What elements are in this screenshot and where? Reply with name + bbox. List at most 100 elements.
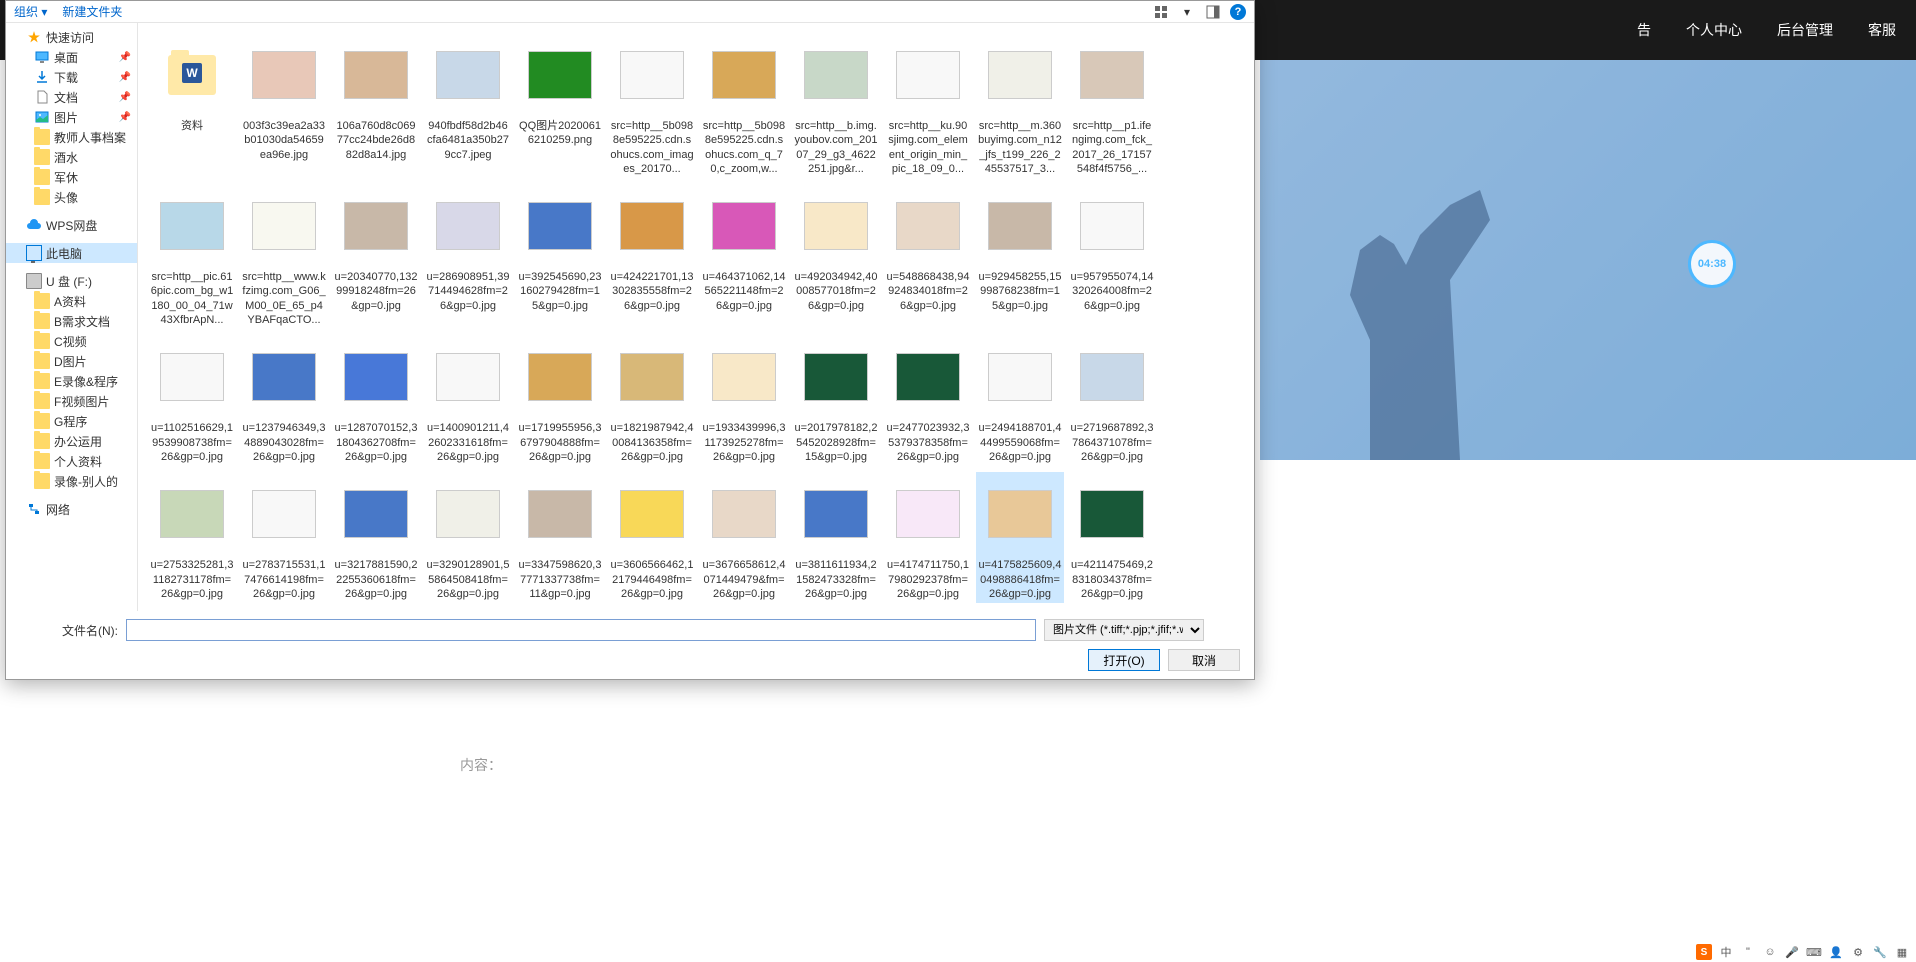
organize-menu[interactable]: 组织 ▾	[14, 3, 47, 20]
file-item[interactable]: u=3217881590,22255360618fm=26&gp=0.jpg	[332, 472, 420, 603]
ime-mode[interactable]: 中	[1718, 944, 1734, 960]
file-item[interactable]: u=1933439996,31173925278fm=26&gp=0.jpg	[700, 335, 788, 466]
sidebar-wps[interactable]: WPS网盘	[6, 215, 137, 235]
file-item[interactable]: u=1821987942,40084136358fm=26&gp=0.jpg	[608, 335, 696, 466]
view-dropdown-icon[interactable]: ▾	[1178, 3, 1196, 21]
sidebar-udisk[interactable]: U 盘 (F:)	[6, 271, 137, 291]
file-item[interactable]: 003f3c39ea2a33b01030da54659ea96e.jpg	[240, 33, 328, 178]
emoji-icon[interactable]: ☺	[1762, 944, 1778, 960]
sidebar-quick-access[interactable]: 快速访问	[6, 27, 137, 47]
file-item[interactable]: u=2783715531,17476614198fm=26&gp=0.jpg	[240, 472, 328, 603]
new-folder-button[interactable]: 新建文件夹	[62, 3, 122, 20]
file-item[interactable]: u=3676658612,4071449479&fm=26&gp=0.jpg	[700, 472, 788, 603]
file-item[interactable]: src=http__p1.ifengimg.com_fck_2017_26_17…	[1068, 33, 1156, 178]
sidebar-office[interactable]: 办公运用	[14, 431, 137, 451]
file-item[interactable]: 940fbdf58d2b46cfa6481a350b279cc7.jpeg	[424, 33, 512, 178]
file-item[interactable]: u=1237946349,34889043028fm=26&gp=0.jpg	[240, 335, 328, 466]
sidebar-c-video[interactable]: C视频	[14, 331, 137, 351]
file-item[interactable]: src=http__b.img.youbov.com_20107_29_g3_4…	[792, 33, 880, 178]
sidebar-downloads[interactable]: 下载📌	[14, 67, 137, 87]
file-item[interactable]: u=1102516629,19539908738fm=26&gp=0.jpg	[148, 335, 236, 466]
toolbox-icon[interactable]: 🔧	[1872, 944, 1888, 960]
network-icon	[26, 501, 42, 517]
file-item[interactable]: u=4211475469,28318034378fm=26&gp=0.jpg	[1068, 472, 1156, 603]
nav-item-profile[interactable]: 个人中心	[1686, 20, 1742, 40]
file-item[interactable]: u=3347598620,37771337738fm=11&gp=0.jpg	[516, 472, 604, 603]
file-thumbnail	[520, 35, 600, 115]
sidebar-f-vidpic[interactable]: F视频图片	[14, 391, 137, 411]
file-item[interactable]: u=3811611934,21582473328fm=26&gp=0.jpg	[792, 472, 880, 603]
sidebar-this-pc[interactable]: 此电脑	[6, 243, 137, 263]
sidebar-b-docs[interactable]: B需求文档	[14, 311, 137, 331]
sogou-ime-icon[interactable]: S	[1696, 944, 1712, 960]
file-item[interactable]: u=286908951,39714494628fm=26&gp=0.jpg	[424, 184, 512, 329]
file-item[interactable]: src=http__m.360buyimg.com_n12_jfs_t199_2…	[976, 33, 1064, 178]
file-item[interactable]: u=392545690,23160279428fm=15&gp=0.jpg	[516, 184, 604, 329]
file-item[interactable]: u=2494188701,44499559068fm=26&gp=0.jpg	[976, 335, 1064, 466]
file-item[interactable]: u=4175825609,40498886418fm=26&gp=0.jpg	[976, 472, 1064, 603]
file-item[interactable]: src=http__pic.616pic.com_bg_w1180_00_04_…	[148, 184, 236, 329]
file-item[interactable]: u=3606566462,12179446498fm=26&gp=0.jpg	[608, 472, 696, 603]
file-item[interactable]: u=4174711750,17980292378fm=26&gp=0.jpg	[884, 472, 972, 603]
view-mode-icon[interactable]	[1152, 3, 1170, 21]
cancel-button[interactable]: 取消	[1168, 649, 1240, 671]
nav-item-report[interactable]: 告	[1637, 20, 1651, 40]
sidebar-avatar[interactable]: 头像	[14, 187, 137, 207]
file-item[interactable]: u=2753325281,31182731178fm=26&gp=0.jpg	[148, 472, 236, 603]
sidebar-g-prog[interactable]: G程序	[14, 411, 137, 431]
file-item[interactable]: u=2017978182,25452028928fm=15&gp=0.jpg	[792, 335, 880, 466]
sidebar-pictures[interactable]: 图片📌	[14, 107, 137, 127]
keyboard-icon[interactable]: ⌨	[1806, 944, 1822, 960]
open-button[interactable]: 打开(O)	[1088, 649, 1160, 671]
desktop-icon	[34, 49, 50, 65]
file-item[interactable]: u=2719687892,37864371078fm=26&gp=0.jpg	[1068, 335, 1156, 466]
file-item[interactable]: QQ图片20200616210259.png	[516, 33, 604, 178]
sidebar-recordings[interactable]: 录像-别人的	[14, 471, 137, 491]
sidebar-documents[interactable]: 文档📌	[14, 87, 137, 107]
file-item[interactable]: u=1719955956,36797904888fm=26&gp=0.jpg	[516, 335, 604, 466]
file-thumbnail	[1072, 35, 1152, 115]
file-item[interactable]: u=3290128901,55864508418fm=26&gp=0.jpg	[424, 472, 512, 603]
sidebar-personal[interactable]: 个人资料	[14, 451, 137, 471]
file-item[interactable]: u=929458255,15998768238fm=15&gp=0.jpg	[976, 184, 1064, 329]
user-icon[interactable]: 👤	[1828, 944, 1844, 960]
grid-icon[interactable]: ▦	[1894, 944, 1910, 960]
file-name-label: src=http__b.img.youbov.com_20107_29_g3_4…	[794, 119, 878, 176]
file-item[interactable]: src=http__www.kfzimg.com_G06_M00_0E_65_p…	[240, 184, 328, 329]
sidebar-jiushui[interactable]: 酒水	[14, 147, 137, 167]
sidebar-network[interactable]: 网络	[6, 499, 137, 519]
file-item[interactable]: src=http__5b0988e595225.cdn.sohucs.com_i…	[608, 33, 696, 178]
mic-icon[interactable]: 🎤	[1784, 944, 1800, 960]
file-item[interactable]: u=548868438,94924834018fm=26&gp=0.jpg	[884, 184, 972, 329]
nav-item-admin[interactable]: 后台管理	[1777, 20, 1833, 40]
file-item[interactable]: u=464371062,14565221148fm=26&gp=0.jpg	[700, 184, 788, 329]
file-item[interactable]: u=492034942,40008577018fm=26&gp=0.jpg	[792, 184, 880, 329]
preview-pane-icon[interactable]	[1204, 3, 1222, 21]
file-thumbnail	[1072, 337, 1152, 417]
file-name-label: u=1933439996,31173925278fm=26&gp=0.jpg	[702, 421, 786, 464]
file-item[interactable]: u=20340770,13299918248fm=26&gp=0.jpg	[332, 184, 420, 329]
file-item[interactable]: 资料	[148, 33, 236, 178]
sidebar-junxiu[interactable]: 军休	[14, 167, 137, 187]
filetype-select[interactable]: 图片文件 (*.tiff;*.pjp;*.jfif;*.wel ▾	[1044, 619, 1204, 641]
file-item[interactable]: 106a760d8c06977cc24bde26d882d8a14.jpg	[332, 33, 420, 178]
file-item[interactable]: u=424221701,13302835558fm=26&gp=0.jpg	[608, 184, 696, 329]
filename-input[interactable]	[126, 619, 1036, 641]
sidebar-desktop[interactable]: 桌面📌	[14, 47, 137, 67]
sidebar-e-rec[interactable]: E录像&程序	[14, 371, 137, 391]
ime-punct-icon[interactable]: "	[1740, 944, 1756, 960]
file-grid[interactable]: 资料003f3c39ea2a33b01030da54659ea96e.jpg10…	[138, 23, 1254, 611]
file-item[interactable]: u=1287070152,31804362708fm=26&gp=0.jpg	[332, 335, 420, 466]
sidebar-a-data[interactable]: A资料	[14, 291, 137, 311]
file-item[interactable]: u=957955074,14320264008fm=26&gp=0.jpg	[1068, 184, 1156, 329]
help-icon[interactable]: ?	[1230, 4, 1246, 20]
file-item[interactable]: src=http__5b0988e595225.cdn.sohucs.com_q…	[700, 33, 788, 178]
file-item[interactable]: u=1400901211,42602331618fm=26&gp=0.jpg	[424, 335, 512, 466]
settings-icon[interactable]: ⚙	[1850, 944, 1866, 960]
sidebar-teacher-files[interactable]: 教师人事档案	[14, 127, 137, 147]
file-item[interactable]: src=http__ku.90sjimg.com_element_origin_…	[884, 33, 972, 178]
file-thumbnail	[704, 186, 784, 266]
file-item[interactable]: u=2477023932,35379378358fm=26&gp=0.jpg	[884, 335, 972, 466]
nav-item-support[interactable]: 客服	[1868, 20, 1896, 40]
sidebar-d-pics[interactable]: D图片	[14, 351, 137, 371]
